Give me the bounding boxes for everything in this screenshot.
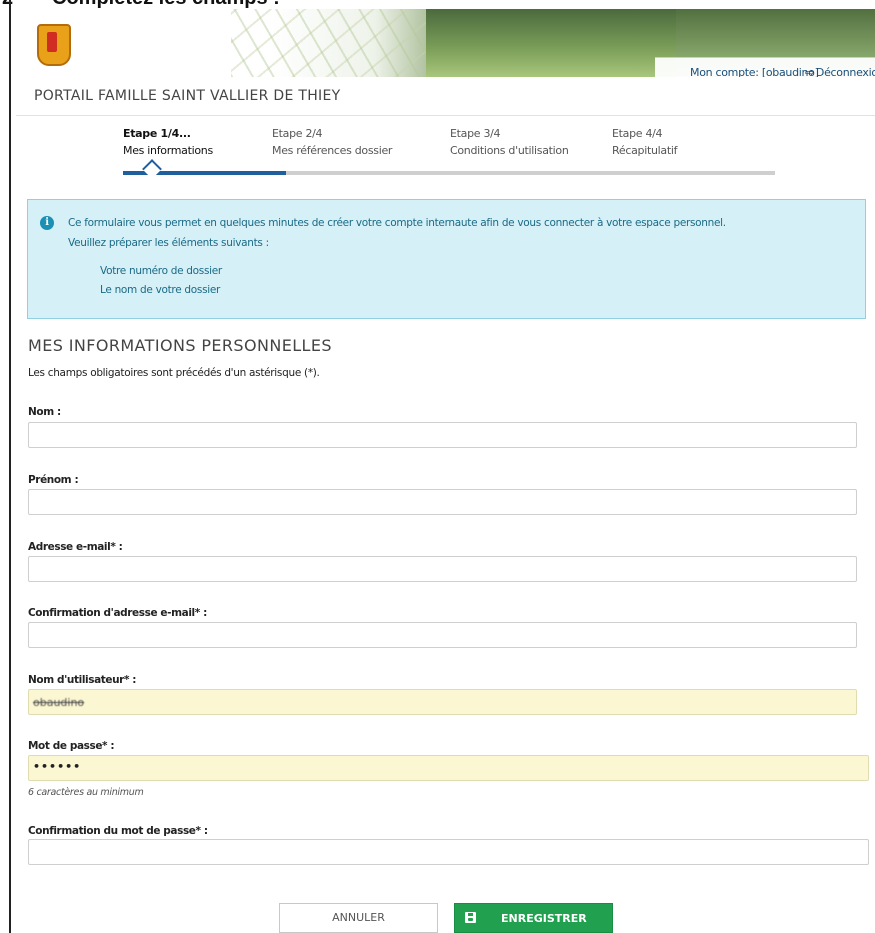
password-confirm-label: Confirmation du mot de passe* : xyxy=(28,825,208,837)
email-confirm-label: Confirmation d'adresse e-mail* : xyxy=(28,607,207,619)
username-value: obaudino xyxy=(33,696,85,709)
password-input[interactable]: •••••• xyxy=(28,755,869,781)
banner-pattern xyxy=(231,9,431,77)
prenom-label: Prénom : xyxy=(28,474,79,486)
floppy-disk-icon xyxy=(465,912,476,923)
banner-photo-children xyxy=(426,9,676,77)
step-4: Etape 4/4 Récapitulatif xyxy=(612,127,677,157)
step-4-label: Récapitulatif xyxy=(612,144,678,157)
password-label: Mot de passe* : xyxy=(28,740,115,752)
account-bar: Mon compte: [obaudino] ⇨Déconnexion xyxy=(655,57,875,77)
page-left-border xyxy=(9,0,11,933)
save-button[interactable]: ENREGISTRER xyxy=(454,903,613,933)
step-4-number: Etape 4/4 xyxy=(612,127,663,140)
step-1-number: Etape 1/4... xyxy=(123,127,191,140)
info-text-line1: Ce formulaire vous permet en quelques mi… xyxy=(68,217,726,229)
username-label: Nom d'utilisateur* : xyxy=(28,674,137,686)
info-alert: i Ce formulaire vous permet en quelques … xyxy=(27,199,866,319)
required-note: Les champs obligatoires sont précédés d'… xyxy=(28,367,320,379)
section-title: MES INFORMATIONS PERSONNELLES xyxy=(28,336,332,355)
email-label: Adresse e-mail* : xyxy=(28,541,123,553)
logout-link[interactable]: ⇨Déconnexion xyxy=(805,66,875,77)
info-item-dossier-number: Votre numéro de dossier xyxy=(100,265,222,277)
step-1-label: Mes informations xyxy=(123,144,213,157)
logout-label: Déconnexion xyxy=(815,66,875,77)
info-icon: i xyxy=(40,216,54,230)
step-1: Etape 1/4... Mes informations xyxy=(123,127,213,157)
nom-input[interactable] xyxy=(28,422,857,448)
email-confirm-input[interactable] xyxy=(28,622,857,648)
info-text-line2: Veuillez préparer les éléments suivants … xyxy=(68,237,269,249)
cancel-button[interactable]: ANNULER xyxy=(279,903,438,933)
username-input[interactable]: obaudino xyxy=(28,689,857,715)
save-button-label: ENREGISTRER xyxy=(501,912,587,925)
step-2-label: Mes références dossier xyxy=(272,144,393,157)
step-3-number: Etape 3/4 xyxy=(450,127,501,140)
step-3-label: Conditions d'utilisation xyxy=(450,144,569,157)
step-progress-track xyxy=(123,171,775,175)
step-2: Etape 2/4 Mes références dossier xyxy=(272,127,392,157)
password-hint: 6 caractères au minimum xyxy=(28,787,144,798)
step-active-caret xyxy=(142,159,162,179)
my-account-link[interactable]: Mon compte: [obaudino] xyxy=(690,66,819,77)
title-divider xyxy=(16,115,875,116)
email-input[interactable] xyxy=(28,556,857,582)
info-item-dossier-name: Le nom de votre dossier xyxy=(100,284,221,296)
step-2-number: Etape 2/4 xyxy=(272,127,323,140)
nom-label: Nom : xyxy=(28,406,61,418)
header-banner: Mon compte: [obaudino] ⇨Déconnexion xyxy=(11,9,875,77)
page-title: PORTAIL FAMILLE SAINT VALLIER DE THIEY xyxy=(34,88,341,104)
town-crest-logo[interactable] xyxy=(37,24,71,66)
document-heading: 2 Complétez les champs : xyxy=(0,0,875,9)
password-confirm-input[interactable] xyxy=(28,839,869,865)
prenom-input[interactable] xyxy=(28,489,857,515)
password-value: •••••• xyxy=(33,760,82,773)
logout-icon: ⇨ xyxy=(805,66,814,77)
step-3: Etape 3/4 Conditions d'utilisation xyxy=(450,127,569,157)
